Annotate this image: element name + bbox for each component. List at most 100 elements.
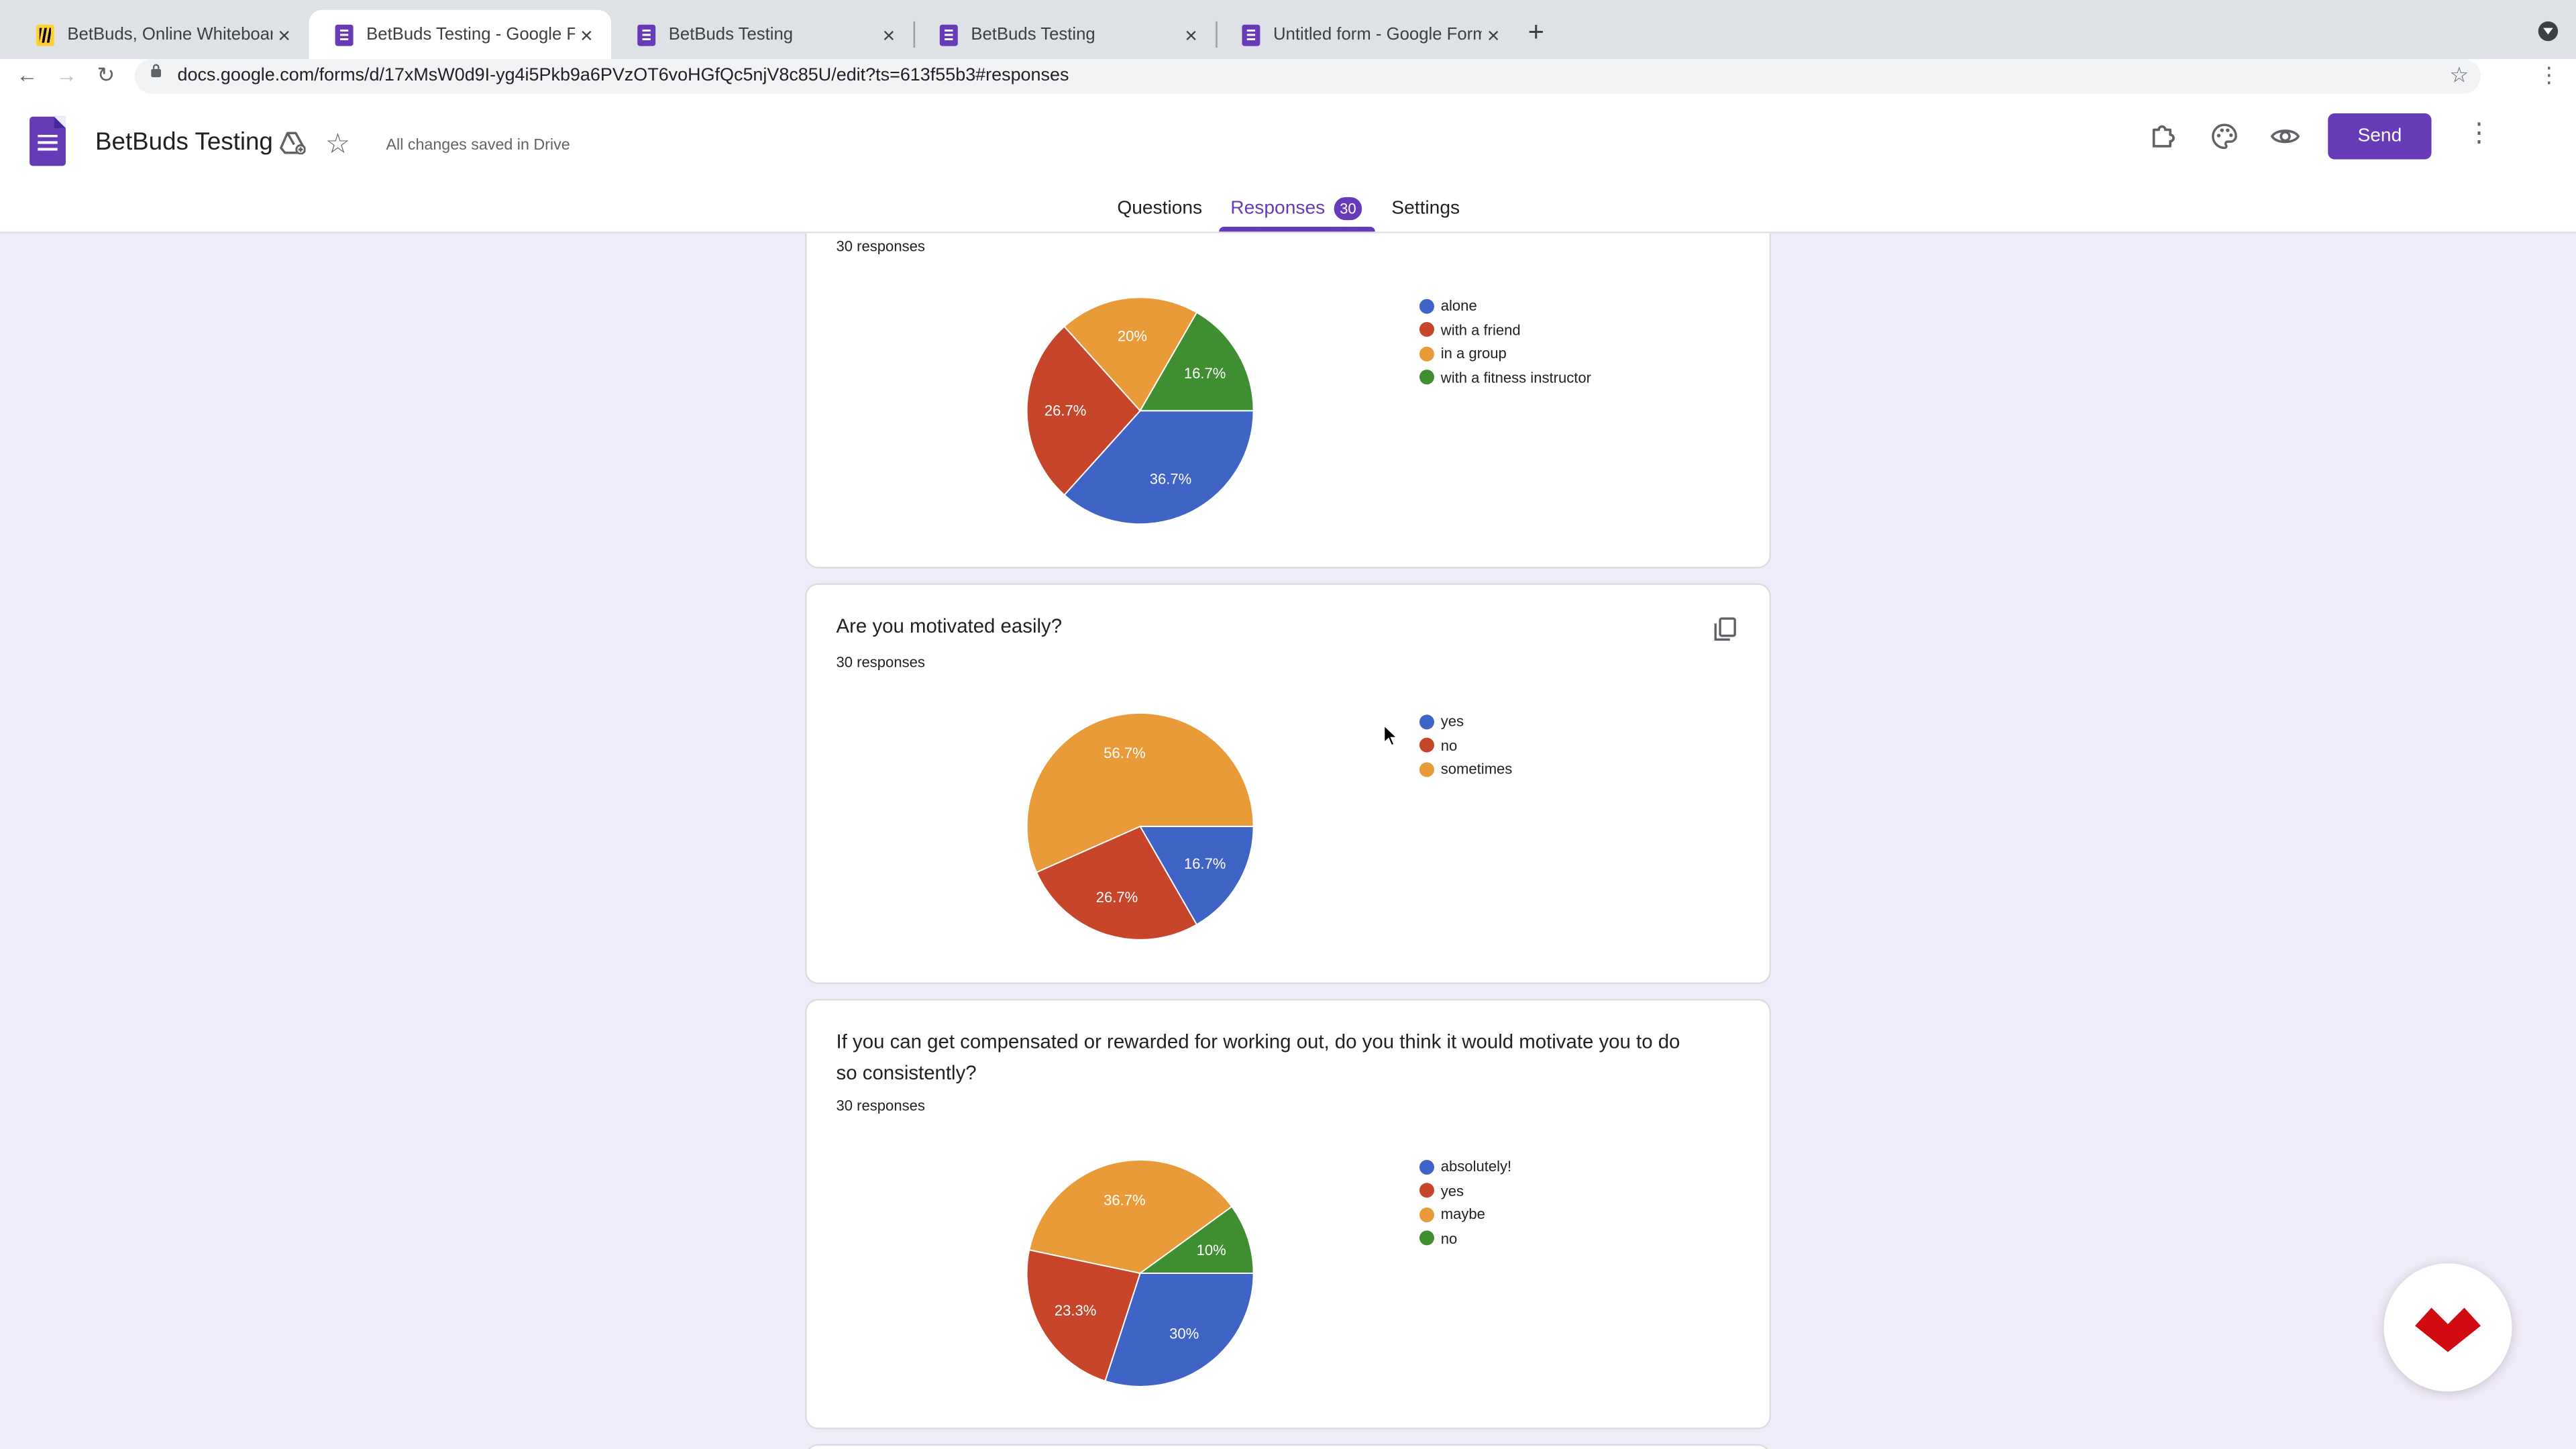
responses-count-badge: 30 [1334, 197, 1362, 221]
question-summary-card: If you can get compensated or rewarded f… [805, 998, 1772, 1430]
url-text[interactable]: docs.google.com/forms/d/17xMsW0d9I-yg4i5… [177, 66, 1069, 85]
question-summary-card: 30 responses 36.7% 26.7% 20% 16.7% alone wit… [805, 233, 1772, 569]
pie-slice-label: 56.7% [1104, 745, 1145, 761]
pie-slice-label: 20% [1118, 328, 1147, 345]
close-icon[interactable]: × [273, 22, 296, 47]
chart-legend: absolutely! yes maybe no [1419, 1155, 1511, 1250]
legend-swatch [1419, 322, 1434, 337]
response-count: 30 responses [836, 238, 925, 255]
question-title: If you can get compensated or rewarded f… [836, 1030, 1680, 1085]
legend-label: no [1440, 737, 1458, 754]
browser-tab[interactable]: BetBuds Testing × [914, 10, 1216, 59]
active-tab-indicator [1219, 226, 1375, 232]
preview-eye-icon[interactable] [2270, 121, 2300, 151]
back-icon[interactable]: ← [16, 62, 38, 87]
legend-item: sometimes [1419, 757, 1512, 782]
close-icon[interactable]: × [1179, 22, 1202, 47]
pie-slice-label: 30% [1169, 1326, 1199, 1342]
question-title: Are you motivated easily? [836, 614, 1063, 638]
close-icon[interactable]: × [877, 22, 900, 47]
legend-swatch [1419, 761, 1434, 777]
pie-chart: 16.7% 26.7% 56.7% [1026, 712, 1254, 941]
tab-title: BetBuds, Online Whiteboard fo [67, 24, 272, 45]
legend-label: sometimes [1440, 761, 1513, 777]
legend-item: yes [1419, 710, 1512, 734]
browser-tab[interactable]: Untitled form - Google Forms × [1216, 10, 1518, 59]
floating-widget-button[interactable] [2383, 1263, 2512, 1392]
legend-label: yes [1440, 1182, 1464, 1199]
tab-title: BetBuds Testing - Google Form [366, 24, 575, 45]
send-button[interactable]: Send [2328, 113, 2432, 160]
legend-swatch [1419, 346, 1434, 362]
star-icon[interactable]: ☆ [325, 128, 350, 161]
chart-legend: yes no sometimes [1419, 710, 1512, 782]
legend-swatch [1419, 1159, 1434, 1175]
legend-item: with a fitness instructor [1419, 366, 1591, 390]
legend-item: maybe [1419, 1203, 1511, 1227]
legend-label: with a fitness instructor [1440, 369, 1591, 386]
tab-title: BetBuds Testing [668, 24, 794, 45]
screen: BetBuds, Online Whiteboard fo × BetBuds … [0, 0, 2576, 1449]
legend-item: no [1419, 733, 1512, 757]
forms-favicon-icon [1242, 23, 1260, 46]
close-icon[interactable]: × [1482, 22, 1505, 47]
tab-title: BetBuds Testing [971, 24, 1095, 45]
tab-settings[interactable]: Settings [1391, 199, 1460, 218]
legend-swatch [1419, 299, 1434, 314]
add-ons-icon[interactable] [2149, 121, 2178, 151]
address-bar[interactable]: docs.google.com/forms/d/17xMsW0d9I-yg4i5… [134, 59, 2481, 94]
legend-item: alone [1419, 294, 1591, 318]
question-summary-card: Are you motivated easily? 30 responses 1… [805, 583, 1772, 984]
legend-swatch [1419, 1183, 1434, 1198]
form-title[interactable]: BetBuds Testing [95, 128, 273, 156]
tab-questions[interactable]: Questions [1117, 199, 1202, 218]
forms-favicon-icon [335, 23, 354, 46]
forward-icon[interactable]: → [56, 62, 77, 87]
response-count: 30 responses [836, 653, 925, 671]
move-to-folder-icon[interactable] [279, 131, 306, 155]
pie-slice-label: 23.3% [1055, 1302, 1096, 1319]
copy-chart-icon[interactable] [1712, 616, 1738, 642]
tab-title: Untitled form - Google Forms [1273, 24, 1482, 45]
response-count: 30 responses [836, 1097, 925, 1114]
pie-slice-label: 36.7% [1104, 1191, 1145, 1208]
legend-item: with a friend [1419, 318, 1591, 342]
pie-slice-label: 26.7% [1044, 402, 1086, 419]
browser-tab[interactable]: BetBuds Testing × [611, 10, 914, 59]
pie-slice-label: 36.7% [1150, 470, 1191, 487]
legend-label: no [1440, 1230, 1458, 1247]
pie-chart: 36.7% 26.7% 20% 16.7% [1026, 297, 1254, 525]
legend-swatch [1419, 738, 1434, 753]
mouse-cursor-icon [1383, 724, 1399, 747]
close-icon[interactable]: × [575, 22, 598, 47]
more-options-icon[interactable]: ⋮ [2466, 121, 2492, 148]
legend-item: yes [1419, 1179, 1511, 1203]
browser-toolbar: ← → ↻ docs.google.com/forms/d/17xMsW0d9I… [0, 59, 2576, 96]
legend-label: alone [1440, 297, 1477, 315]
chrome-menu-icon[interactable]: ⋮ [2538, 62, 2560, 89]
browser-tab-active[interactable]: BetBuds Testing - Google Form × [309, 9, 612, 60]
legend-item: absolutely! [1419, 1155, 1511, 1179]
save-status: All changes saved in Drive [386, 136, 570, 155]
new-tab-button[interactable]: + [1528, 16, 1544, 49]
pie-chart: 30% 23.3% 36.7% 10% [1026, 1159, 1254, 1387]
legend-label: absolutely! [1440, 1159, 1512, 1175]
forms-favicon-icon [939, 23, 958, 46]
forms-header: BetBuds Testing ☆ All changes saved in D… [0, 95, 2576, 233]
legend-swatch [1419, 714, 1434, 729]
legend-label: maybe [1440, 1206, 1485, 1223]
bookmark-star-icon[interactable]: ☆ [2449, 62, 2469, 89]
legend-label: with a friend [1440, 321, 1521, 338]
lock-icon [151, 64, 162, 78]
responses-summary[interactable]: 30 responses 36.7% 26.7% 20% 16.7% alone wit… [0, 233, 2576, 1449]
reload-icon[interactable]: ↻ [97, 62, 115, 89]
forms-favicon-icon [637, 23, 656, 46]
red-logo-icon [2415, 1307, 2481, 1352]
legend-label: in a group [1440, 345, 1507, 362]
browser-tab[interactable]: BetBuds, Online Whiteboard fo × [10, 10, 309, 59]
legend-item: no [1419, 1226, 1511, 1250]
tab-search-icon[interactable] [2538, 21, 2559, 42]
tab-responses[interactable]: Responses [1230, 199, 1325, 218]
palette-icon[interactable] [2210, 121, 2239, 151]
google-forms-logo-icon[interactable] [30, 116, 66, 166]
